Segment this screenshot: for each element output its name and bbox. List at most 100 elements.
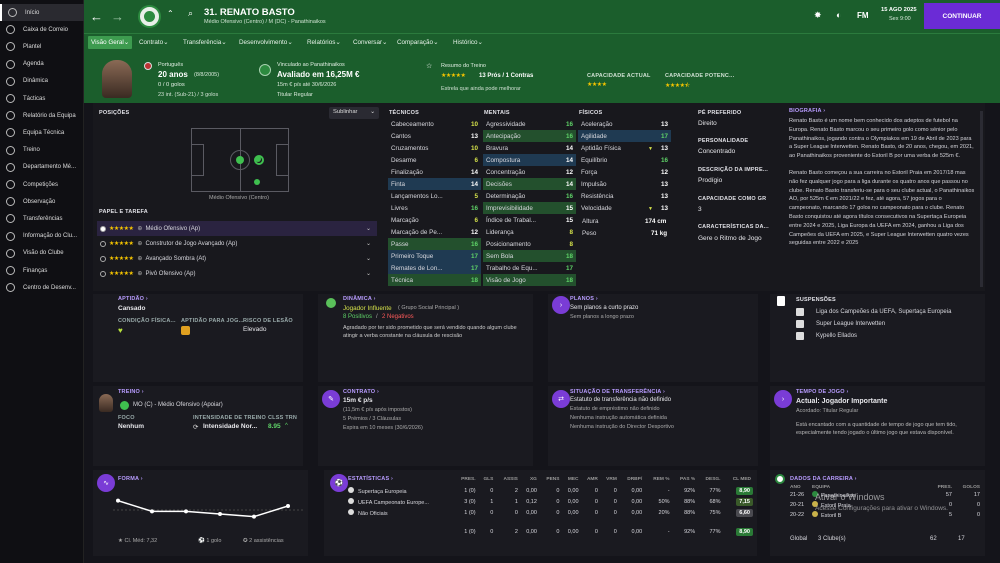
attribute-row[interactable]: Resistência 13 [578,190,671,202]
attribute-row[interactable]: Finta 14 [388,178,481,190]
transfer-title[interactable]: SITUAÇÃO DE TRANSFERÊNCIA › [570,389,665,395]
attribute-row[interactable]: Decisões 14 [483,178,576,190]
tab-3[interactable]: Desenvolvimento ⌄ [236,36,296,49]
sidebar-item-7[interactable]: Equipa Técnica [0,124,84,141]
sidebar-item-3[interactable]: Agenda [0,56,84,73]
stats-column-header[interactable]: MEC [561,474,580,485]
attribute-row[interactable]: Passe 16 [388,238,481,250]
sidebar-item-5[interactable]: Tácticas [0,90,84,107]
sidebar-item-6[interactable]: Relatório da Equipa [0,107,84,124]
attribute-row[interactable]: Marcação de Pe... 12 [388,226,481,238]
biography-title[interactable]: BIOGRAFIA › [789,108,825,114]
tab-4[interactable]: Relatórios ⌄ [304,36,344,49]
sidebar-item-9[interactable]: Departamento Mé... [0,159,84,176]
attribute-row[interactable]: Cabeceamento 10 [388,118,481,130]
tab-1[interactable]: Contrato ⌄ [136,36,171,49]
stats-row[interactable]: UEFA Campeonato Europe... 3 (0) 1 1 0,12 0 0,0… [348,496,753,507]
attribute-row[interactable]: Sem Bola 18 [483,250,576,262]
tab-0[interactable]: Visão Geral ⌄ [88,36,133,49]
role-row[interactable]: ★★★★★ ⊕ Construtor de Jogo Avançado (Ap) ⌄ [97,236,377,251]
attribute-row[interactable]: Finalização 14 [388,166,481,178]
fitness-title[interactable]: APTIDÃO › [118,296,148,302]
attribute-row[interactable]: Equilíbrio 16 [578,154,671,166]
stats-column-header[interactable]: DESG. [697,474,722,485]
sidebar-item-13[interactable]: Informação do Clu... [0,228,84,245]
attribute-row[interactable]: Técnica 18 [388,274,481,286]
stats-column-header[interactable]: AMR [581,474,600,485]
stats-column-header[interactable]: GLS [478,474,496,485]
fm-menu[interactable]: FM [857,11,869,20]
attribute-row[interactable]: Velocidade ▼ 13 [578,202,671,214]
stats-column-header[interactable]: REM % [644,474,671,485]
bio-scrollbar[interactable] [980,111,983,287]
attribute-row[interactable]: Aceleração 13 [578,118,671,130]
career-title[interactable]: DADOS DA CARREIRA › [790,476,857,482]
highlight-dropdown[interactable]: Sublinhar ⌄ [329,107,379,119]
attribute-row[interactable]: Força 12 [578,166,671,178]
sidebar-item-11[interactable]: Observação [0,193,84,210]
attribute-row[interactable]: Bravura 14 [483,142,576,154]
form-point[interactable] [184,509,188,514]
sidebar-item-8[interactable]: Treino [0,142,84,159]
form-point[interactable] [150,509,154,514]
attribute-row[interactable]: Aptidão Física ▼ 13 [578,142,671,154]
attribute-row[interactable]: Desarme 6 [388,154,481,166]
attribute-row[interactable]: Trabalho de Equ... 17 [483,262,576,274]
attribute-row[interactable]: Agressividade 16 [483,118,576,130]
settings-icon[interactable]: ✸ [814,10,822,21]
history-icon[interactable]: ◐ [836,10,841,20]
stats-row[interactable]: Não Oficiais 1 (0) 0 0 0,00 0 0,00 0 0 0,00 20% 88%… [348,507,753,518]
back-arrow-icon[interactable]: ← [90,9,103,24]
stats-column-header[interactable]: PENS [539,474,562,485]
role-row[interactable]: ★★★★★ ⊕ Pivô Ofensivo (Ap) ⌄ [97,266,377,281]
attribute-row[interactable]: Concentração 12 [483,166,576,178]
tab-5[interactable]: Conversar ⌄ [350,36,390,49]
playtime-title[interactable]: TEMPO DE JOGO › [796,389,849,395]
attribute-row[interactable]: Determinação 16 [483,190,576,202]
attribute-row[interactable]: Compostura 14 [483,154,576,166]
attribute-row[interactable]: Liderança 8 [483,226,576,238]
continue-button[interactable]: CONTINUAR [924,3,1000,29]
form-point[interactable] [218,512,222,516]
attribute-row[interactable]: Livres 16 [388,202,481,214]
sidebar-item-10[interactable]: Competições [0,176,84,193]
stats-row[interactable]: Supertaça Europeia 1 (0) 0 2 0,00 0 0,00 0 0 0,00… [348,485,753,496]
attribute-row[interactable]: Agilidade 17 [578,130,671,142]
attribute-row[interactable]: Posicionamento 8 [483,238,576,250]
sidebar-item-0[interactable]: Início [0,4,84,21]
sidebar-item-15[interactable]: Finanças [0,262,84,279]
attribute-row[interactable]: Imprevisibilidade 15 [483,202,576,214]
club-crest-icon[interactable] [138,5,161,28]
form-point[interactable] [252,514,256,519]
stats-row[interactable]: 1 (0) 0 2 0,00 0 0,00 0 0 0,00 - 92% 77% 8,90 [348,518,753,536]
plans-title[interactable]: PLANOS › [570,296,598,302]
attribute-row[interactable]: Remates de Lon... 17 [388,262,481,274]
stats-column-header[interactable]: ASSIS [495,474,520,485]
attribute-row[interactable]: Primeiro Toque 17 [388,250,481,262]
sidebar-item-16[interactable]: Centro de Desenv... [0,279,84,296]
dynamics-title[interactable]: DINÂMICA › [343,296,376,302]
role-row[interactable]: ★★★★★ ⊕ Avançado Sombra (At) ⌄ [97,251,377,266]
stats-column-header[interactable]: PRES. [453,474,478,485]
sidebar-item-2[interactable]: Plantel [0,38,84,55]
training-title[interactable]: TREINO › [118,389,144,395]
search-icon[interactable]: ⌕ [188,8,193,19]
form-point[interactable] [116,498,120,503]
sidebar-item-4[interactable]: Dinâmica [0,73,84,90]
attribute-row[interactable]: Cruzamentos 10 [388,142,481,154]
attribute-row[interactable]: Antecipação 16 [483,130,576,142]
attribute-row[interactable]: Cantos 13 [388,130,481,142]
tab-2[interactable]: Transferência ⌄ [180,36,230,49]
sidebar-item-12[interactable]: Transferências [0,210,84,227]
attribute-row[interactable]: Visão de Jogo 18 [483,274,576,286]
stats-column-header[interactable]: PAS % [672,474,698,485]
attribute-row[interactable]: Índice de Trabal... 15 [483,214,576,226]
tab-7[interactable]: Histórico ⌄ [450,36,486,49]
chevron-updown-icon[interactable]: ⌃ [167,9,174,18]
sidebar-item-14[interactable]: Visão do Clube [0,245,84,262]
stats-column-header[interactable]: DRBP/ [619,474,644,485]
contract-title[interactable]: CONTRATO › [343,389,379,395]
attribute-row[interactable]: Impulsão 13 [578,178,671,190]
form-title[interactable]: FORMA › [118,476,143,482]
role-row[interactable]: ★★★★★ ⊕ Médio Ofensivo (Ap) ⌄ [97,221,377,236]
